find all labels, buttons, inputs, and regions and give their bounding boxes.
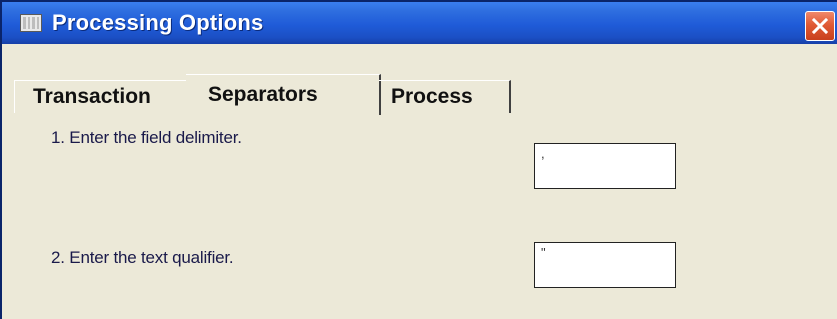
close-button[interactable] xyxy=(805,11,835,41)
text-qualifier-input[interactable]: " xyxy=(534,242,676,288)
separators-pane: 1. Enter the field delimiter. , 2. Enter… xyxy=(20,114,837,319)
field-delimiter-label: 1. Enter the field delimiter. xyxy=(51,128,242,147)
tab-separators-label: Separators xyxy=(208,83,318,106)
field-delimiter-input[interactable]: , xyxy=(534,143,676,189)
tab-process-label: Process xyxy=(391,85,473,108)
tab-transaction-label: Transaction xyxy=(33,85,151,108)
tab-separators[interactable]: Separators xyxy=(186,74,381,115)
processing-options-window: Processing Options Transaction Separator… xyxy=(0,0,837,319)
tab-strip: Transaction Separators Process xyxy=(14,74,837,115)
tab-process[interactable]: Process xyxy=(379,80,511,113)
text-qualifier-label: 2. Enter the text qualifier. xyxy=(51,248,234,267)
tab-transaction[interactable]: Transaction xyxy=(14,80,189,113)
title-bar[interactable]: Processing Options xyxy=(2,2,837,44)
dialog-content: Transaction Separators Process 1. Enter … xyxy=(2,44,837,319)
window-title: Processing Options xyxy=(52,10,264,35)
close-icon xyxy=(811,17,829,35)
window-icon xyxy=(20,14,42,32)
